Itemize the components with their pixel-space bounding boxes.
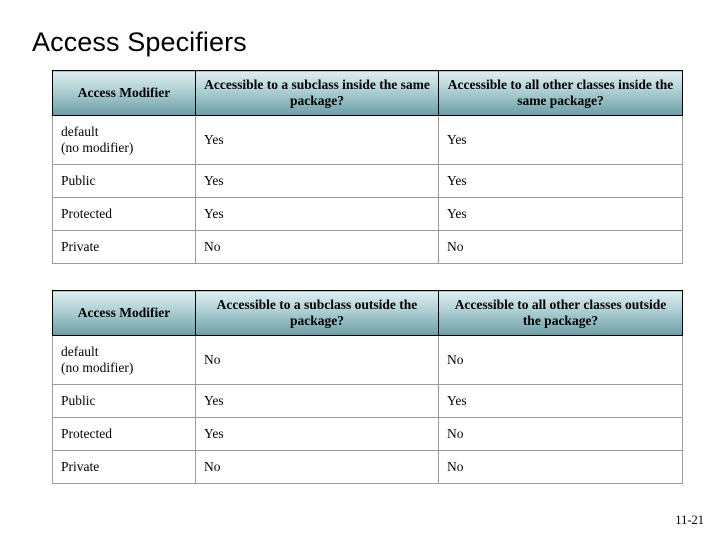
cell-others-inside: Yes	[438, 114, 683, 165]
modifier-line-2: (no modifier)	[61, 139, 134, 155]
table-header-row: Access Modifier Accessible to a subclass…	[52, 70, 683, 116]
column-header-subclass-outside-package: Accessible to a subclass outside the pac…	[195, 290, 439, 336]
cell-subclass-inside: No	[195, 229, 439, 264]
cell-subclass-inside: Yes	[195, 196, 439, 231]
table-row: default (no modifier) No No	[52, 334, 683, 385]
modifier-line-2: (no modifier)	[61, 359, 134, 375]
cell-others-outside: No	[438, 334, 683, 385]
cell-others-outside: No	[438, 449, 683, 484]
table-row: Private No No	[52, 229, 683, 264]
table-row: default (no modifier) Yes Yes	[52, 114, 683, 165]
access-specifiers-table-inside-package: Access Modifier Accessible to a subclass…	[52, 70, 683, 264]
cell-others-inside: Yes	[438, 196, 683, 231]
cell-subclass-inside: Yes	[195, 163, 439, 198]
modifier-line-1: default	[61, 343, 99, 359]
slide-number: 11-21	[675, 513, 704, 527]
cell-modifier: Protected	[52, 196, 196, 231]
table-row: Protected Yes No	[52, 416, 683, 451]
cell-others-outside: No	[438, 416, 683, 451]
cell-modifier: default (no modifier)	[52, 114, 196, 165]
table-header-row: Access Modifier Accessible to a subclass…	[52, 290, 683, 336]
cell-modifier: Private	[52, 449, 196, 484]
table-row: Public Yes Yes	[52, 163, 683, 198]
table-row: Private No No	[52, 449, 683, 484]
cell-subclass-outside: No	[195, 449, 439, 484]
cell-modifier: Public	[52, 163, 196, 198]
column-header-other-classes-outside-package: Accessible to all other classes outside …	[438, 290, 683, 336]
modifier-line-1: default	[61, 123, 99, 139]
column-header-access-modifier: Access Modifier	[52, 70, 196, 116]
cell-subclass-inside: Yes	[195, 114, 439, 165]
column-header-subclass-inside-package: Accessible to a subclass inside the same…	[195, 70, 439, 116]
column-header-other-classes-inside-package: Accessible to all other classes inside t…	[438, 70, 683, 116]
slide: Access Specifiers Access Modifier Access…	[0, 0, 720, 540]
cell-subclass-outside: No	[195, 334, 439, 385]
table-row: Public Yes Yes	[52, 383, 683, 418]
cell-subclass-outside: Yes	[195, 416, 439, 451]
column-header-access-modifier: Access Modifier	[52, 290, 196, 336]
cell-others-inside: Yes	[438, 163, 683, 198]
page-title: Access Specifiers	[32, 27, 247, 57]
cell-modifier: default (no modifier)	[52, 334, 196, 385]
cell-modifier: Protected	[52, 416, 196, 451]
table-row: Protected Yes Yes	[52, 196, 683, 231]
cell-others-inside: No	[438, 229, 683, 264]
cell-modifier: Private	[52, 229, 196, 264]
cell-others-outside: Yes	[438, 383, 683, 418]
cell-modifier: Public	[52, 383, 196, 418]
cell-subclass-outside: Yes	[195, 383, 439, 418]
access-specifiers-table-outside-package: Access Modifier Accessible to a subclass…	[52, 290, 683, 484]
